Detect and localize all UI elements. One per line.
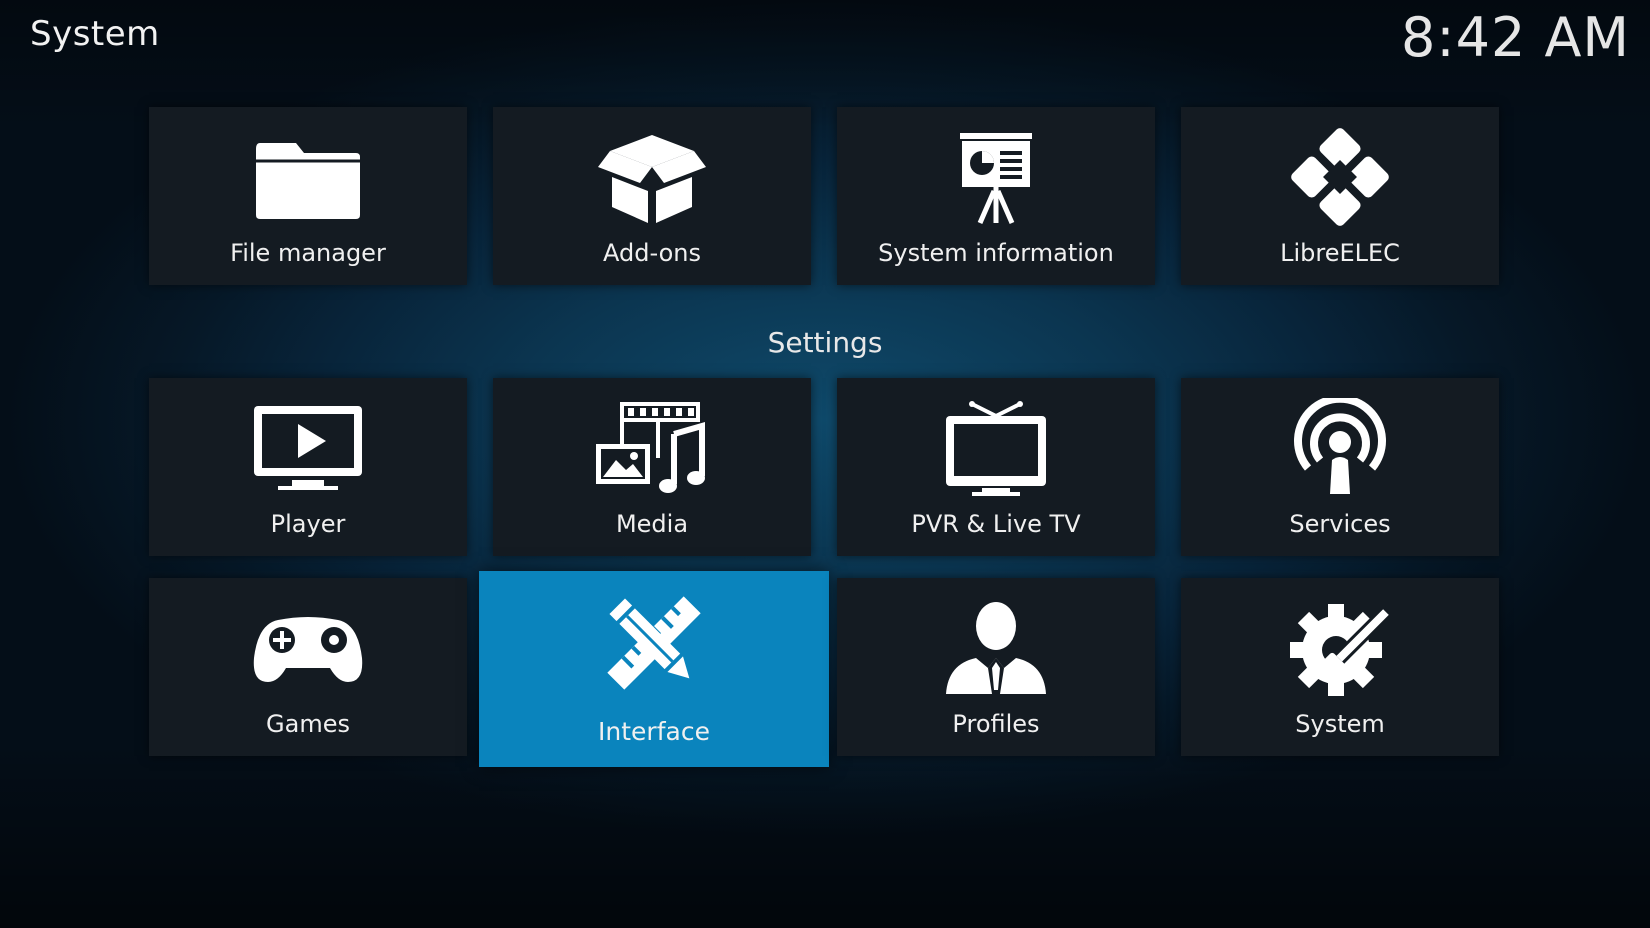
tile-file-manager[interactable]: File manager xyxy=(149,107,467,285)
person-icon xyxy=(936,598,1056,698)
tile-label: File manager xyxy=(230,239,386,267)
section-title: Settings xyxy=(767,326,883,359)
media-icon xyxy=(592,398,712,498)
page-title: System xyxy=(30,14,160,54)
gamepad-icon xyxy=(248,598,368,698)
folder-icon xyxy=(248,127,368,227)
tile-label: Player xyxy=(270,510,346,538)
tile-system-information[interactable]: System information xyxy=(837,107,1155,285)
gear-wrench-icon xyxy=(1280,598,1400,698)
broadcast-icon xyxy=(1280,398,1400,498)
tile-label: LibreELEC xyxy=(1280,239,1400,267)
tile-services[interactable]: Services xyxy=(1181,378,1499,556)
tile-player[interactable]: Player xyxy=(149,378,467,556)
tile-label: PVR & Live TV xyxy=(911,510,1081,538)
tile-label: System xyxy=(1295,710,1385,738)
open-box-icon xyxy=(592,127,712,227)
tile-pvr-live-tv[interactable]: PVR & Live TV xyxy=(837,378,1155,556)
tile-media[interactable]: Media xyxy=(493,378,811,556)
pencil-ruler-icon xyxy=(594,593,714,693)
presentation-board-icon xyxy=(936,127,1056,227)
tile-label: Services xyxy=(1289,510,1391,538)
tile-system[interactable]: System xyxy=(1181,578,1499,756)
tile-label: Profiles xyxy=(952,710,1040,738)
tile-label: Media xyxy=(615,510,689,538)
play-monitor-icon xyxy=(248,398,368,498)
tile-label: System information xyxy=(878,239,1114,267)
tile-interface[interactable]: Interface xyxy=(479,571,829,767)
tile-label: Games xyxy=(266,710,350,738)
tile-label: Add-ons xyxy=(603,239,701,267)
libreelec-logo-icon xyxy=(1280,127,1400,227)
tile-label: Interface xyxy=(598,717,710,746)
tv-antenna-icon xyxy=(936,398,1056,498)
tile-libreelec[interactable]: LibreELEC xyxy=(1181,107,1499,285)
tile-add-ons[interactable]: Add-ons xyxy=(493,107,811,285)
tile-games[interactable]: Games xyxy=(149,578,467,756)
tile-profiles[interactable]: Profiles xyxy=(837,578,1155,756)
clock: 8:42 AM xyxy=(1401,6,1630,69)
